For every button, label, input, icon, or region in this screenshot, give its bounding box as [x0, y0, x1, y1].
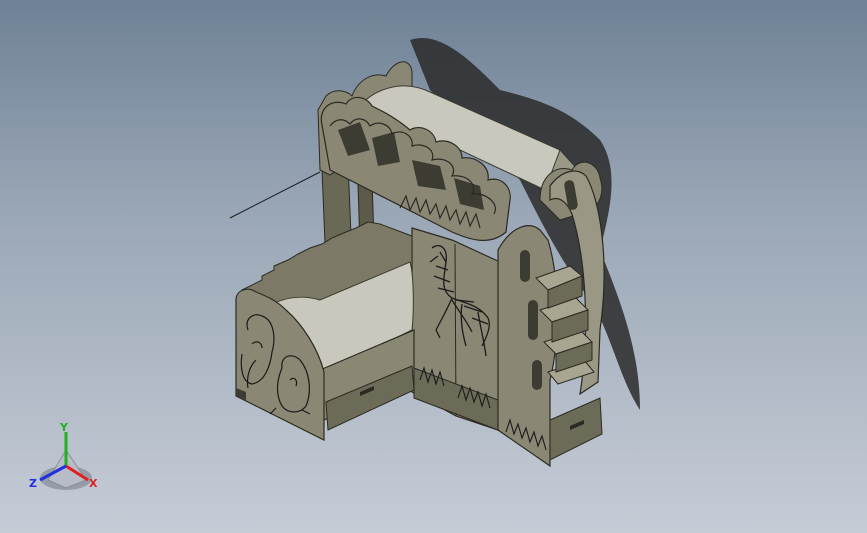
- stair-base-drawer[interactable]: [549, 397, 603, 461]
- triad-y-label: Y: [59, 421, 69, 434]
- sketch-line: [229, 171, 321, 219]
- triad-z-label: Z: [29, 477, 37, 490]
- triad-x-label: X: [89, 477, 98, 490]
- coordinate-triad[interactable]: Y X Z: [29, 421, 98, 490]
- model-scene[interactable]: Y X Z: [0, 0, 867, 533]
- graphics-viewport[interactable]: Y X Z: [0, 0, 867, 533]
